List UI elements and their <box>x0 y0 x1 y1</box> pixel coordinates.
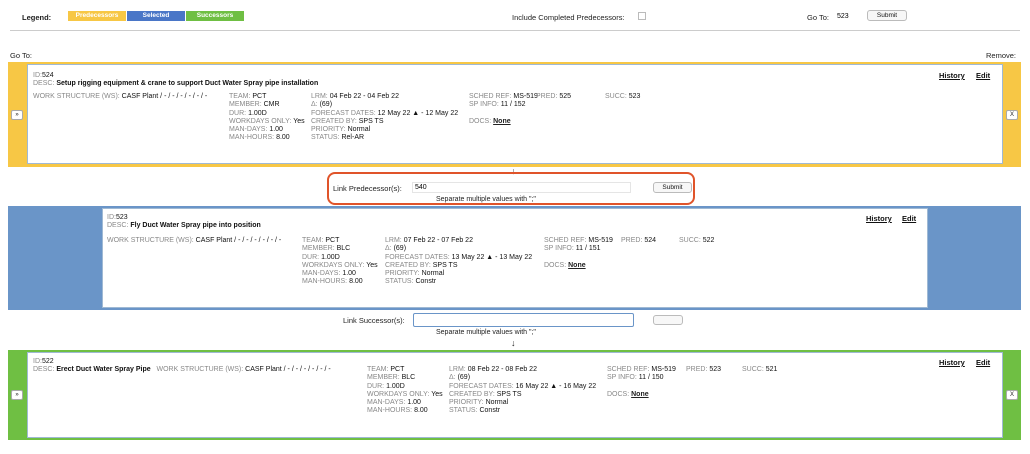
edit-link[interactable]: Edit <box>902 214 916 223</box>
link-successor-label: Link Successor(s): <box>343 316 405 325</box>
task-dates-block: LRM: 08 Feb 22 - 08 Feb 22 Δ: (69) FOREC… <box>449 366 597 415</box>
link-predecessor-input[interactable] <box>412 182 631 193</box>
edit-link[interactable]: Edit <box>976 71 990 80</box>
task-id: ID:522 <box>33 358 54 365</box>
include-completed-checkbox[interactable] <box>638 12 646 20</box>
goto-submit-button[interactable]: Submit <box>867 10 907 21</box>
task-ref-block: SCHED REF: MS-519 SP INFO: 11 / 151 DOCS… <box>544 237 613 269</box>
task-id: ID:524 <box>33 72 54 79</box>
history-link[interactable]: History <box>866 214 892 223</box>
task-desc: DESC: Fly Duct Water Spray pipe into pos… <box>107 222 261 229</box>
link-successor-submit-button[interactable] <box>653 315 683 325</box>
link-predecessor-hint: Separate multiple values with ";" <box>436 196 536 203</box>
history-link[interactable]: History <box>939 71 965 80</box>
edit-link[interactable]: Edit <box>976 358 990 367</box>
task-dates-block: LRM: 07 Feb 22 - 07 Feb 22 Δ: (69) FOREC… <box>385 237 533 286</box>
task-ws: WORK STRUCTURE (WS): CASF Plant / - / - … <box>107 237 282 244</box>
remove-section-label: Remove: <box>986 51 1017 60</box>
task-succ: SUCC: 521 <box>742 366 778 373</box>
task-dates-block: LRM: 04 Feb 22 - 04 Feb 22 Δ: (69) FOREC… <box>311 93 459 142</box>
legend-selected-chip: Selected <box>127 11 185 21</box>
goto-label: Go To: <box>807 13 829 22</box>
task-pred: PRED: 523 <box>686 366 722 373</box>
docs-link[interactable]: None <box>631 391 649 398</box>
link-successor-hint: Separate multiple values with ";" <box>436 329 536 336</box>
legend-predecessors-chip: Predecessors <box>68 11 126 21</box>
task-ref-block: SCHED REF: MS-519 SP INFO: 11 / 150 DOCS… <box>607 366 676 398</box>
goto-section-label: Go To: <box>10 51 32 60</box>
task-ws: WORK STRUCTURE (WS): CASF Plant / - / - … <box>33 93 208 100</box>
remove-predecessor-button[interactable]: X <box>1006 110 1018 120</box>
task-desc: DESC: Setup rigging equipment & crane to… <box>33 80 319 87</box>
history-link[interactable]: History <box>939 358 965 367</box>
goto-predecessor-button[interactable]: » <box>11 110 23 120</box>
divider <box>10 30 1020 31</box>
task-pred: PRED: 525 <box>536 93 572 100</box>
link-predecessor-submit-button[interactable]: Submit <box>653 182 692 193</box>
task-team-block: TEAM: PCT MEMBER: CMR DUR: 1.00D WORKDAY… <box>229 93 305 142</box>
link-predecessor-label: Link Predecessor(s): <box>333 184 402 193</box>
docs-link[interactable]: None <box>568 262 586 269</box>
task-succ: SUCC: 522 <box>679 237 715 244</box>
task-team-block: TEAM: PCT MEMBER: BLC DUR: 1.00D WORKDAY… <box>367 366 443 415</box>
task-succ: SUCC: 523 <box>605 93 641 100</box>
legend-title: Legend: <box>22 13 52 22</box>
task-team-block: TEAM: PCT MEMBER: BLC DUR: 1.00D WORKDAY… <box>302 237 378 286</box>
remove-successor-button[interactable]: X <box>1006 390 1018 400</box>
link-successor-input[interactable] <box>413 313 634 327</box>
task-pred: PRED: 524 <box>621 237 657 244</box>
task-id: ID:523 <box>107 214 128 221</box>
down-arrow-icon: ↓ <box>511 338 516 348</box>
legend-successors-chip: Successors <box>186 11 244 21</box>
task-ref-block: SCHED REF: MS-519 SP INFO: 11 / 152 DOCS… <box>469 93 538 125</box>
include-completed-label: Include Completed Predecessors: <box>512 13 625 22</box>
task-desc-ws: DESC: Erect Duct Water Spray Pipe WORK S… <box>33 366 331 373</box>
goto-successor-button[interactable]: » <box>11 390 23 400</box>
goto-input[interactable] <box>836 11 864 22</box>
docs-link[interactable]: None <box>493 118 511 125</box>
